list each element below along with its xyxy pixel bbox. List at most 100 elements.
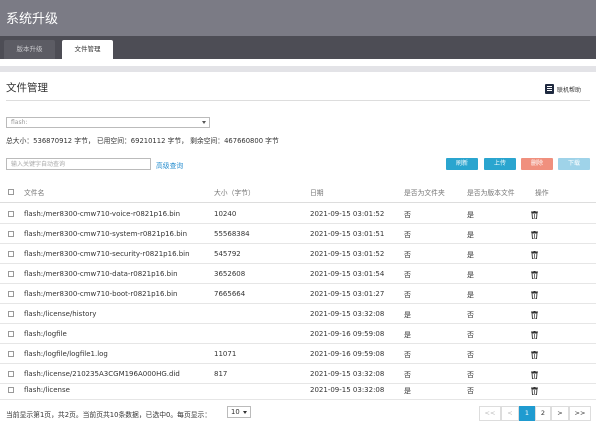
select-all-checkbox[interactable] — [8, 189, 14, 195]
table-row[interactable]: flash:/mer8300-cmw710-boot-r0821p16.bin … — [0, 284, 596, 304]
header-is-dir[interactable]: 是否为文件夹 — [404, 187, 445, 197]
file-date: 2021-09-15 03:32:08 — [310, 370, 385, 378]
file-size: 11071 — [214, 350, 237, 358]
header-name[interactable]: 文件名 — [24, 187, 44, 197]
file-size: 10240 — [214, 210, 237, 218]
trash-icon[interactable] — [531, 291, 538, 299]
storage-summary: 总大小：536870912 字节， 已用空间：69210112 字节， 剩余空间… — [6, 137, 279, 145]
table-row[interactable]: flash:/logfile 2021-09-16 09:59:08 是 否 — [0, 324, 596, 344]
page-size-select[interactable]: 10 — [227, 406, 251, 418]
table-row[interactable]: flash:/mer8300-cmw710-system-r0821p16.bi… — [0, 224, 596, 244]
file-date: 2021-09-15 03:32:08 — [310, 310, 385, 318]
file-size: 55568384 — [214, 230, 250, 238]
table-row[interactable]: flash:/mer8300-cmw710-data-r0821p16.bin … — [0, 264, 596, 284]
is-version-file: 否 — [467, 351, 474, 359]
refresh-button[interactable]: 刷新 — [446, 158, 478, 170]
is-folder: 否 — [404, 271, 411, 279]
row-checkbox[interactable] — [8, 211, 14, 217]
advanced-search-link[interactable]: 高级查询 — [156, 160, 183, 170]
file-name: flash:/logfile/logfile1.log — [24, 350, 108, 358]
file-date: 2021-09-15 03:01:52 — [310, 250, 385, 258]
is-folder: 是 — [404, 331, 411, 339]
caret-down-icon — [243, 411, 247, 414]
download-button[interactable]: 下载 — [558, 158, 590, 170]
file-name: flash:/mer8300-cmw710-voice-r0821p16.bin — [24, 210, 181, 218]
file-date: 2021-09-16 09:59:08 — [310, 350, 385, 358]
header-actions: 操作 — [535, 189, 549, 197]
is-version-file: 是 — [467, 231, 474, 239]
app-title: 系统升级 — [6, 12, 59, 27]
table-row[interactable]: flash:/mer8300-cmw710-voice-r0821p16.bin… — [0, 204, 596, 224]
trash-icon[interactable] — [531, 231, 538, 239]
page-2-button[interactable]: 2 — [535, 406, 551, 421]
header-size[interactable]: 大小（字节） — [214, 187, 255, 197]
page-1-button[interactable]: 1 — [519, 406, 535, 421]
is-folder: 否 — [404, 291, 411, 299]
upload-button[interactable]: 上传 — [484, 158, 516, 170]
file-date: 2021-09-15 03:01:52 — [310, 210, 385, 218]
file-name: flash:/license/210235A3CGM196A000HG.did — [24, 370, 180, 378]
table-row[interactable]: flash:/license 2021-09-15 03:32:08 是 否 — [0, 380, 596, 400]
trash-icon[interactable] — [531, 387, 538, 395]
file-size: 3652608 — [214, 270, 246, 278]
row-checkbox[interactable] — [8, 231, 14, 237]
row-checkbox[interactable] — [8, 251, 14, 257]
is-version-file: 否 — [467, 371, 474, 379]
file-date: 2021-09-15 03:01:27 — [310, 290, 385, 298]
file-size: 545792 — [214, 250, 241, 258]
file-name: flash:/mer8300-cmw710-boot-r0821p16.bin — [24, 290, 178, 298]
row-checkbox[interactable] — [8, 291, 14, 297]
file-name: flash:/mer8300-cmw710-data-r0821p16.bin — [24, 270, 178, 278]
search-input[interactable] — [6, 158, 151, 170]
page-prev-button[interactable]: < — [501, 406, 519, 421]
file-size: 7665664 — [214, 290, 246, 298]
table-row[interactable]: flash:/mer8300-cmw710-security-r0821p16.… — [0, 244, 596, 264]
file-date: 2021-09-15 03:01:54 — [310, 270, 385, 278]
table-row[interactable]: flash:/logfile/logfile1.log 11071 2021-0… — [0, 344, 596, 364]
file-size: 817 — [214, 370, 228, 378]
header-is-version[interactable]: 是否为版本文件 — [467, 187, 515, 197]
file-date: 2021-09-15 03:32:08 — [310, 386, 385, 394]
row-checkbox[interactable] — [8, 331, 14, 337]
header-divider — [0, 202, 596, 203]
title-divider — [6, 100, 590, 101]
trash-icon[interactable] — [531, 331, 538, 339]
row-checkbox[interactable] — [8, 271, 14, 277]
row-checkbox[interactable] — [8, 311, 14, 317]
help-label: 联机帮助 — [557, 87, 582, 94]
table-row[interactable]: flash:/license/history 2021-09-15 03:32:… — [0, 304, 596, 324]
row-checkbox[interactable] — [8, 351, 14, 357]
is-version-file: 否 — [467, 311, 474, 319]
is-folder: 否 — [404, 371, 411, 379]
storage-select-value: flash: — [11, 119, 28, 126]
page-next-button[interactable]: > — [551, 406, 569, 421]
help-book-icon — [545, 84, 554, 94]
header-date[interactable]: 日期 — [310, 187, 324, 197]
is-version-file: 否 — [467, 387, 474, 395]
trash-icon[interactable] — [531, 351, 538, 359]
page-title: 文件管理 — [6, 82, 48, 94]
is-version-file: 是 — [467, 291, 474, 299]
delete-button[interactable]: 删除 — [521, 158, 553, 170]
is-folder: 是 — [404, 387, 411, 395]
trash-icon[interactable] — [531, 311, 538, 319]
tab-version-upgrade[interactable]: 版本升级 — [4, 40, 55, 59]
file-name: flash:/mer8300-cmw710-security-r0821p16.… — [24, 250, 190, 258]
page-first-button[interactable]: << — [479, 406, 501, 421]
row-checkbox[interactable] — [8, 371, 14, 377]
is-version-file: 是 — [467, 251, 474, 259]
trash-icon[interactable] — [531, 251, 538, 259]
page-last-button[interactable]: >> — [569, 406, 591, 421]
trash-icon[interactable] — [531, 371, 538, 379]
tab-file-management[interactable]: 文件管理 — [62, 40, 113, 59]
file-name: flash:/license/history — [24, 310, 97, 318]
trash-icon[interactable] — [531, 271, 538, 279]
caret-down-icon — [202, 121, 206, 124]
is-version-file: 是 — [467, 211, 474, 219]
is-version-file: 是 — [467, 271, 474, 279]
is-version-file: 否 — [467, 331, 474, 339]
row-checkbox[interactable] — [8, 387, 14, 393]
trash-icon[interactable] — [531, 211, 538, 219]
storage-select[interactable]: flash: — [6, 117, 210, 128]
file-date: 2021-09-16 09:59:08 — [310, 330, 385, 338]
